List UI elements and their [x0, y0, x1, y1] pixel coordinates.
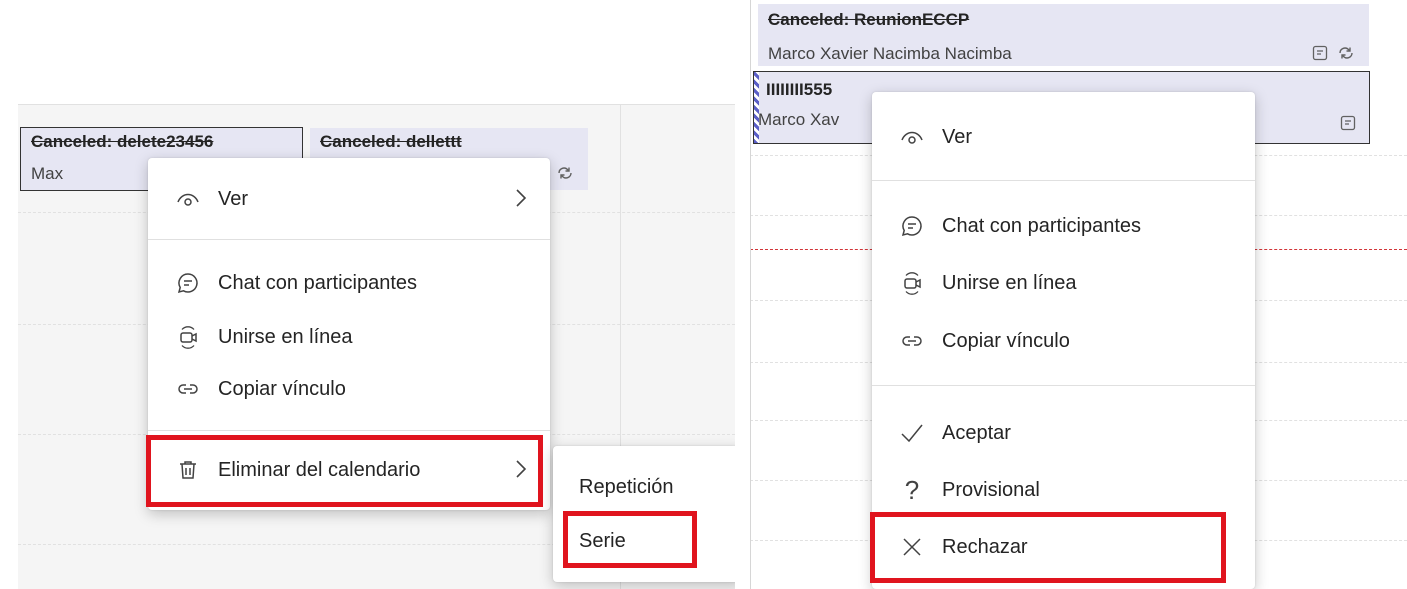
menu-divider — [872, 385, 1255, 386]
eye-icon — [174, 185, 202, 213]
menu-item-join-online[interactable]: Unirse en línea — [148, 310, 550, 364]
menu-item-tentative[interactable]: ? Provisional — [872, 463, 1255, 517]
menu-item-label: Unirse en línea — [942, 271, 1077, 294]
submenu-item-label: Repetición — [579, 475, 674, 498]
submenu-item-series[interactable]: Serie — [553, 514, 735, 568]
checkmark-icon — [898, 419, 926, 447]
notes-icon — [1340, 115, 1356, 131]
event-organizer: Marco Xav — [758, 110, 840, 129]
video-icon — [898, 269, 926, 297]
menu-item-copy-link[interactable]: Copiar vínculo — [148, 362, 550, 416]
menu-item-label: Eliminar del calendario — [218, 458, 421, 481]
chat-icon — [174, 269, 202, 297]
menu-item-copy-link[interactable]: Copiar vínculo — [872, 314, 1255, 368]
menu-item-label: Unirse en línea — [218, 325, 353, 348]
grid-line — [750, 0, 751, 589]
event-title: Canceled: ReunionECCP — [768, 10, 970, 29]
eye-icon — [898, 123, 926, 151]
menu-item-label: Chat con participantes — [218, 271, 418, 294]
grid-line — [18, 104, 735, 105]
link-icon — [174, 375, 202, 403]
recurring-icon — [558, 167, 572, 179]
event-title: IIIIIIII555 — [766, 80, 833, 99]
trash-icon — [174, 456, 202, 484]
menu-item-label: Copiar vínculo — [942, 329, 1070, 352]
close-icon — [898, 533, 926, 561]
link-icon — [898, 327, 926, 355]
menu-divider — [148, 239, 550, 240]
menu-item-join-online[interactable]: Unirse en línea — [872, 256, 1255, 310]
submenu: Repetición Serie — [553, 446, 735, 582]
menu-item-decline[interactable]: Rechazar — [872, 520, 1255, 574]
menu-divider — [148, 430, 550, 431]
menu-divider — [872, 180, 1255, 181]
event-organizer: Max — [31, 164, 64, 183]
chat-icon — [898, 212, 926, 240]
chevron-right-icon — [514, 187, 528, 215]
context-menu: Ver Chat con participantes Unirse en lín… — [148, 158, 550, 510]
chevron-right-icon — [514, 458, 528, 486]
menu-item-label: Aceptar — [942, 421, 1011, 444]
event-organizer: Marco Xavier Nacimba Nacimba — [768, 44, 1012, 63]
menu-item-label: Rechazar — [942, 535, 1028, 558]
calendar-event[interactable]: Canceled: ReunionECCP Marco Xavier Nacim… — [758, 4, 1369, 66]
context-menu: Ver Chat con participantes Unirse en lín… — [872, 92, 1255, 589]
recurring-icon — [1339, 47, 1353, 59]
menu-item-label: Ver — [218, 187, 249, 210]
event-title: Canceled: delete23456 — [31, 132, 214, 151]
left-screenshot-panel: Canceled: delete23456 Max Canceled: dell… — [0, 0, 735, 589]
tentative-stripe — [754, 72, 759, 143]
notes-icon — [1312, 45, 1328, 61]
question-icon: ? — [904, 474, 920, 505]
menu-item-label: Copiar vínculo — [218, 377, 346, 400]
submenu-item-label: Serie — [579, 529, 626, 552]
menu-item-accept[interactable]: Aceptar — [872, 406, 1255, 460]
video-icon — [174, 323, 202, 351]
event-title: Canceled: dellettt — [320, 132, 462, 151]
menu-item-delete-from-calendar[interactable]: Eliminar del calendario — [148, 443, 550, 497]
menu-item-chat[interactable]: Chat con participantes — [872, 199, 1255, 253]
menu-item-chat[interactable]: Chat con participantes — [148, 256, 550, 310]
menu-item-label: Provisional — [942, 478, 1040, 501]
menu-item-ver[interactable]: Ver — [148, 172, 550, 226]
right-screenshot-panel: Canceled: ReunionECCP Marco Xavier Nacim… — [750, 0, 1407, 589]
menu-item-ver[interactable]: Ver — [872, 110, 1255, 164]
submenu-item-occurrence[interactable]: Repetición — [553, 460, 735, 514]
menu-item-label: Chat con participantes — [942, 214, 1142, 237]
menu-item-label: Ver — [942, 125, 973, 148]
